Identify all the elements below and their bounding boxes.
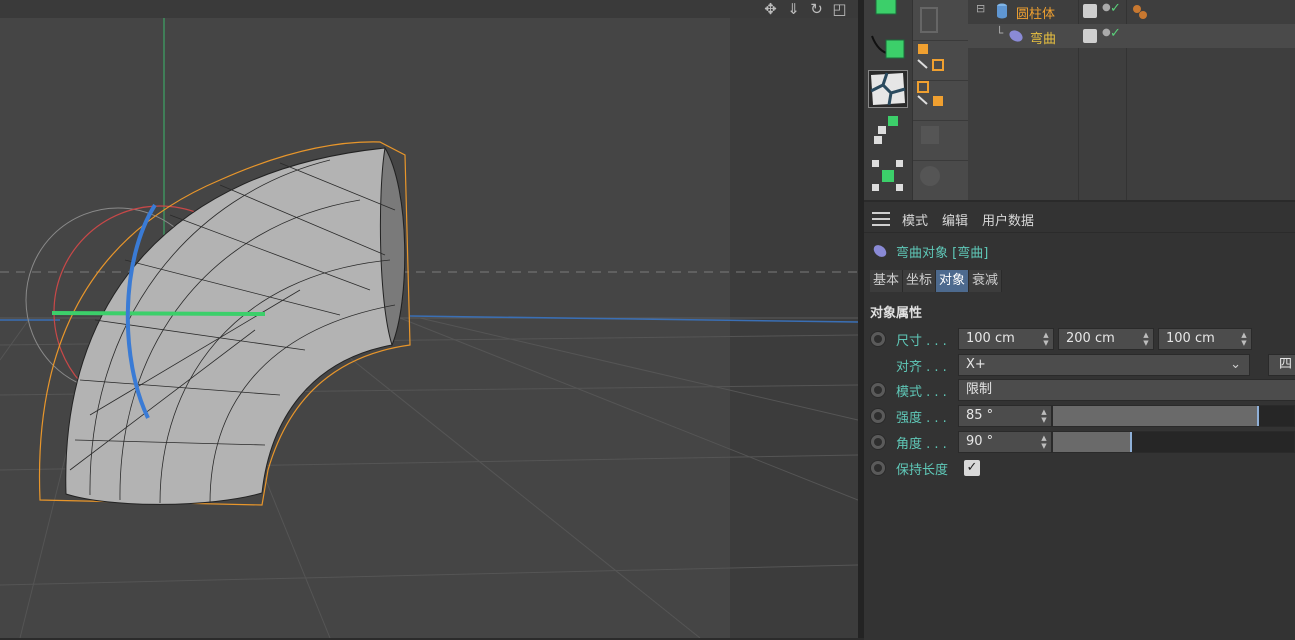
chevron-down-icon: ⌄	[1230, 357, 1241, 372]
size-y-field[interactable]: 200 cm ▲ ▼	[1058, 328, 1154, 350]
animate-radio[interactable]	[870, 331, 886, 347]
material-tag-icon[interactable]	[1132, 4, 1148, 20]
strength-label: 强度 . . .	[896, 410, 947, 426]
tag-cell[interactable]	[913, 40, 969, 81]
tab-coord[interactable]: 坐标	[903, 270, 937, 292]
edit-visibility-icon[interactable]	[1083, 29, 1097, 43]
enabled-check[interactable]: ✓	[1110, 26, 1121, 41]
attribute-manager: 模式 编辑 用户数据 弯曲对象 [弯曲] 基本 坐标 对象 衰减 对象属性 尺寸…	[864, 200, 1295, 640]
size-row: 尺寸 . . .	[870, 328, 956, 350]
subdivision-cube-icon[interactable]	[868, 0, 906, 28]
menu-edit[interactable]: 编辑	[942, 210, 968, 229]
mode-dropdown[interactable]: 限制	[958, 379, 1295, 401]
size-z-field[interactable]: 100 cm ▲ ▼	[1158, 328, 1252, 350]
bend-deformer-icon	[1009, 30, 1023, 42]
object-tag-column	[912, 0, 969, 201]
tag-cell[interactable]	[913, 120, 969, 161]
cloner-icon[interactable]	[868, 112, 906, 148]
menu-user-data[interactable]: 用户数据	[982, 210, 1034, 229]
strength-row: 强度 . . .	[870, 405, 956, 427]
object-row[interactable]: └ 弯曲 ● ✓	[968, 24, 1295, 48]
cylinder-icon	[997, 3, 1007, 19]
section-title: 对象属性	[870, 306, 923, 321]
viewport-scene	[0, 18, 858, 638]
object-title: 弯曲对象 [弯曲]	[872, 240, 988, 262]
tab-falloff[interactable]: 衰减	[969, 270, 1003, 292]
object-name[interactable]: 圆柱体	[1016, 3, 1055, 22]
animate-radio[interactable]	[870, 434, 886, 450]
object-row[interactable]: ⊟ 圆柱体 ● ✓	[968, 0, 1295, 24]
keep-length-checkbox[interactable]: ✓	[964, 460, 980, 476]
tool-palette	[864, 0, 912, 200]
four-button[interactable]: 四	[1268, 354, 1295, 376]
spline-cube-icon[interactable]	[868, 30, 906, 66]
tab-object[interactable]: 对象	[936, 270, 970, 292]
enabled-check[interactable]: ✓	[1110, 1, 1121, 16]
spinner-icon: ▲ ▼	[1041, 408, 1047, 424]
spinner-icon: ▲ ▼	[1043, 331, 1049, 347]
mode-label: 模式 . . .	[896, 384, 947, 400]
angle-label: 角度 . . .	[896, 436, 947, 452]
size-label: 尺寸 . . .	[896, 333, 947, 349]
animate-radio[interactable]	[870, 382, 886, 398]
x-handle	[51, 311, 266, 316]
keep-length-row: 保持长度 ✓	[870, 457, 980, 479]
voronoi-icon[interactable]	[868, 70, 908, 108]
size-x-field[interactable]: 100 cm ▲ ▼	[958, 328, 1054, 350]
bend-deformer-icon	[873, 245, 887, 257]
keep-length-label: 保持长度	[896, 462, 949, 478]
tag-cell[interactable]	[913, 80, 969, 121]
angle-field[interactable]: 90 ° ▲ ▼	[958, 431, 1052, 453]
tab-basic[interactable]: 基本	[870, 270, 904, 292]
align-dropdown[interactable]: X+ ⌄	[958, 354, 1250, 376]
edit-visibility-icon[interactable]	[1083, 4, 1097, 18]
mode-row: 模式 . . .	[870, 379, 956, 401]
z-axis-line	[409, 315, 858, 323]
object-name[interactable]: 弯曲	[1030, 28, 1056, 47]
strength-slider[interactable]	[1052, 405, 1295, 427]
attribute-menu-bar: 模式 编辑 用户数据	[864, 206, 1295, 233]
strength-field[interactable]: 85 ° ▲ ▼	[958, 405, 1052, 427]
3d-viewport[interactable]: ✥ ⇓ ↻ ◰	[0, 0, 858, 638]
angle-slider[interactable]	[1052, 431, 1295, 453]
tag-cell[interactable]	[913, 0, 969, 41]
align-row: 对齐 . . .	[896, 354, 956, 376]
mograph-matrix-icon[interactable]	[868, 156, 906, 192]
angle-row: 角度 . . .	[870, 431, 956, 453]
object-manager: ⊟ 圆柱体 ● ✓ └ 弯曲 ● ✓	[968, 0, 1295, 200]
spinner-icon: ▲ ▼	[1241, 331, 1247, 347]
collapse-icon[interactable]: ⊟	[976, 2, 985, 15]
menu-mode[interactable]: 模式	[902, 210, 928, 229]
animate-radio[interactable]	[870, 408, 886, 424]
align-label: 对齐 . . .	[896, 359, 947, 375]
attribute-tabs: 基本 坐标 对象 衰减	[870, 270, 1003, 292]
tag-cell[interactable]	[913, 160, 969, 201]
spinner-icon: ▲ ▼	[1041, 434, 1047, 450]
hamburger-menu-icon[interactable]	[872, 212, 890, 226]
spinner-icon: ▲ ▼	[1143, 331, 1149, 347]
animate-radio[interactable]	[870, 460, 886, 476]
